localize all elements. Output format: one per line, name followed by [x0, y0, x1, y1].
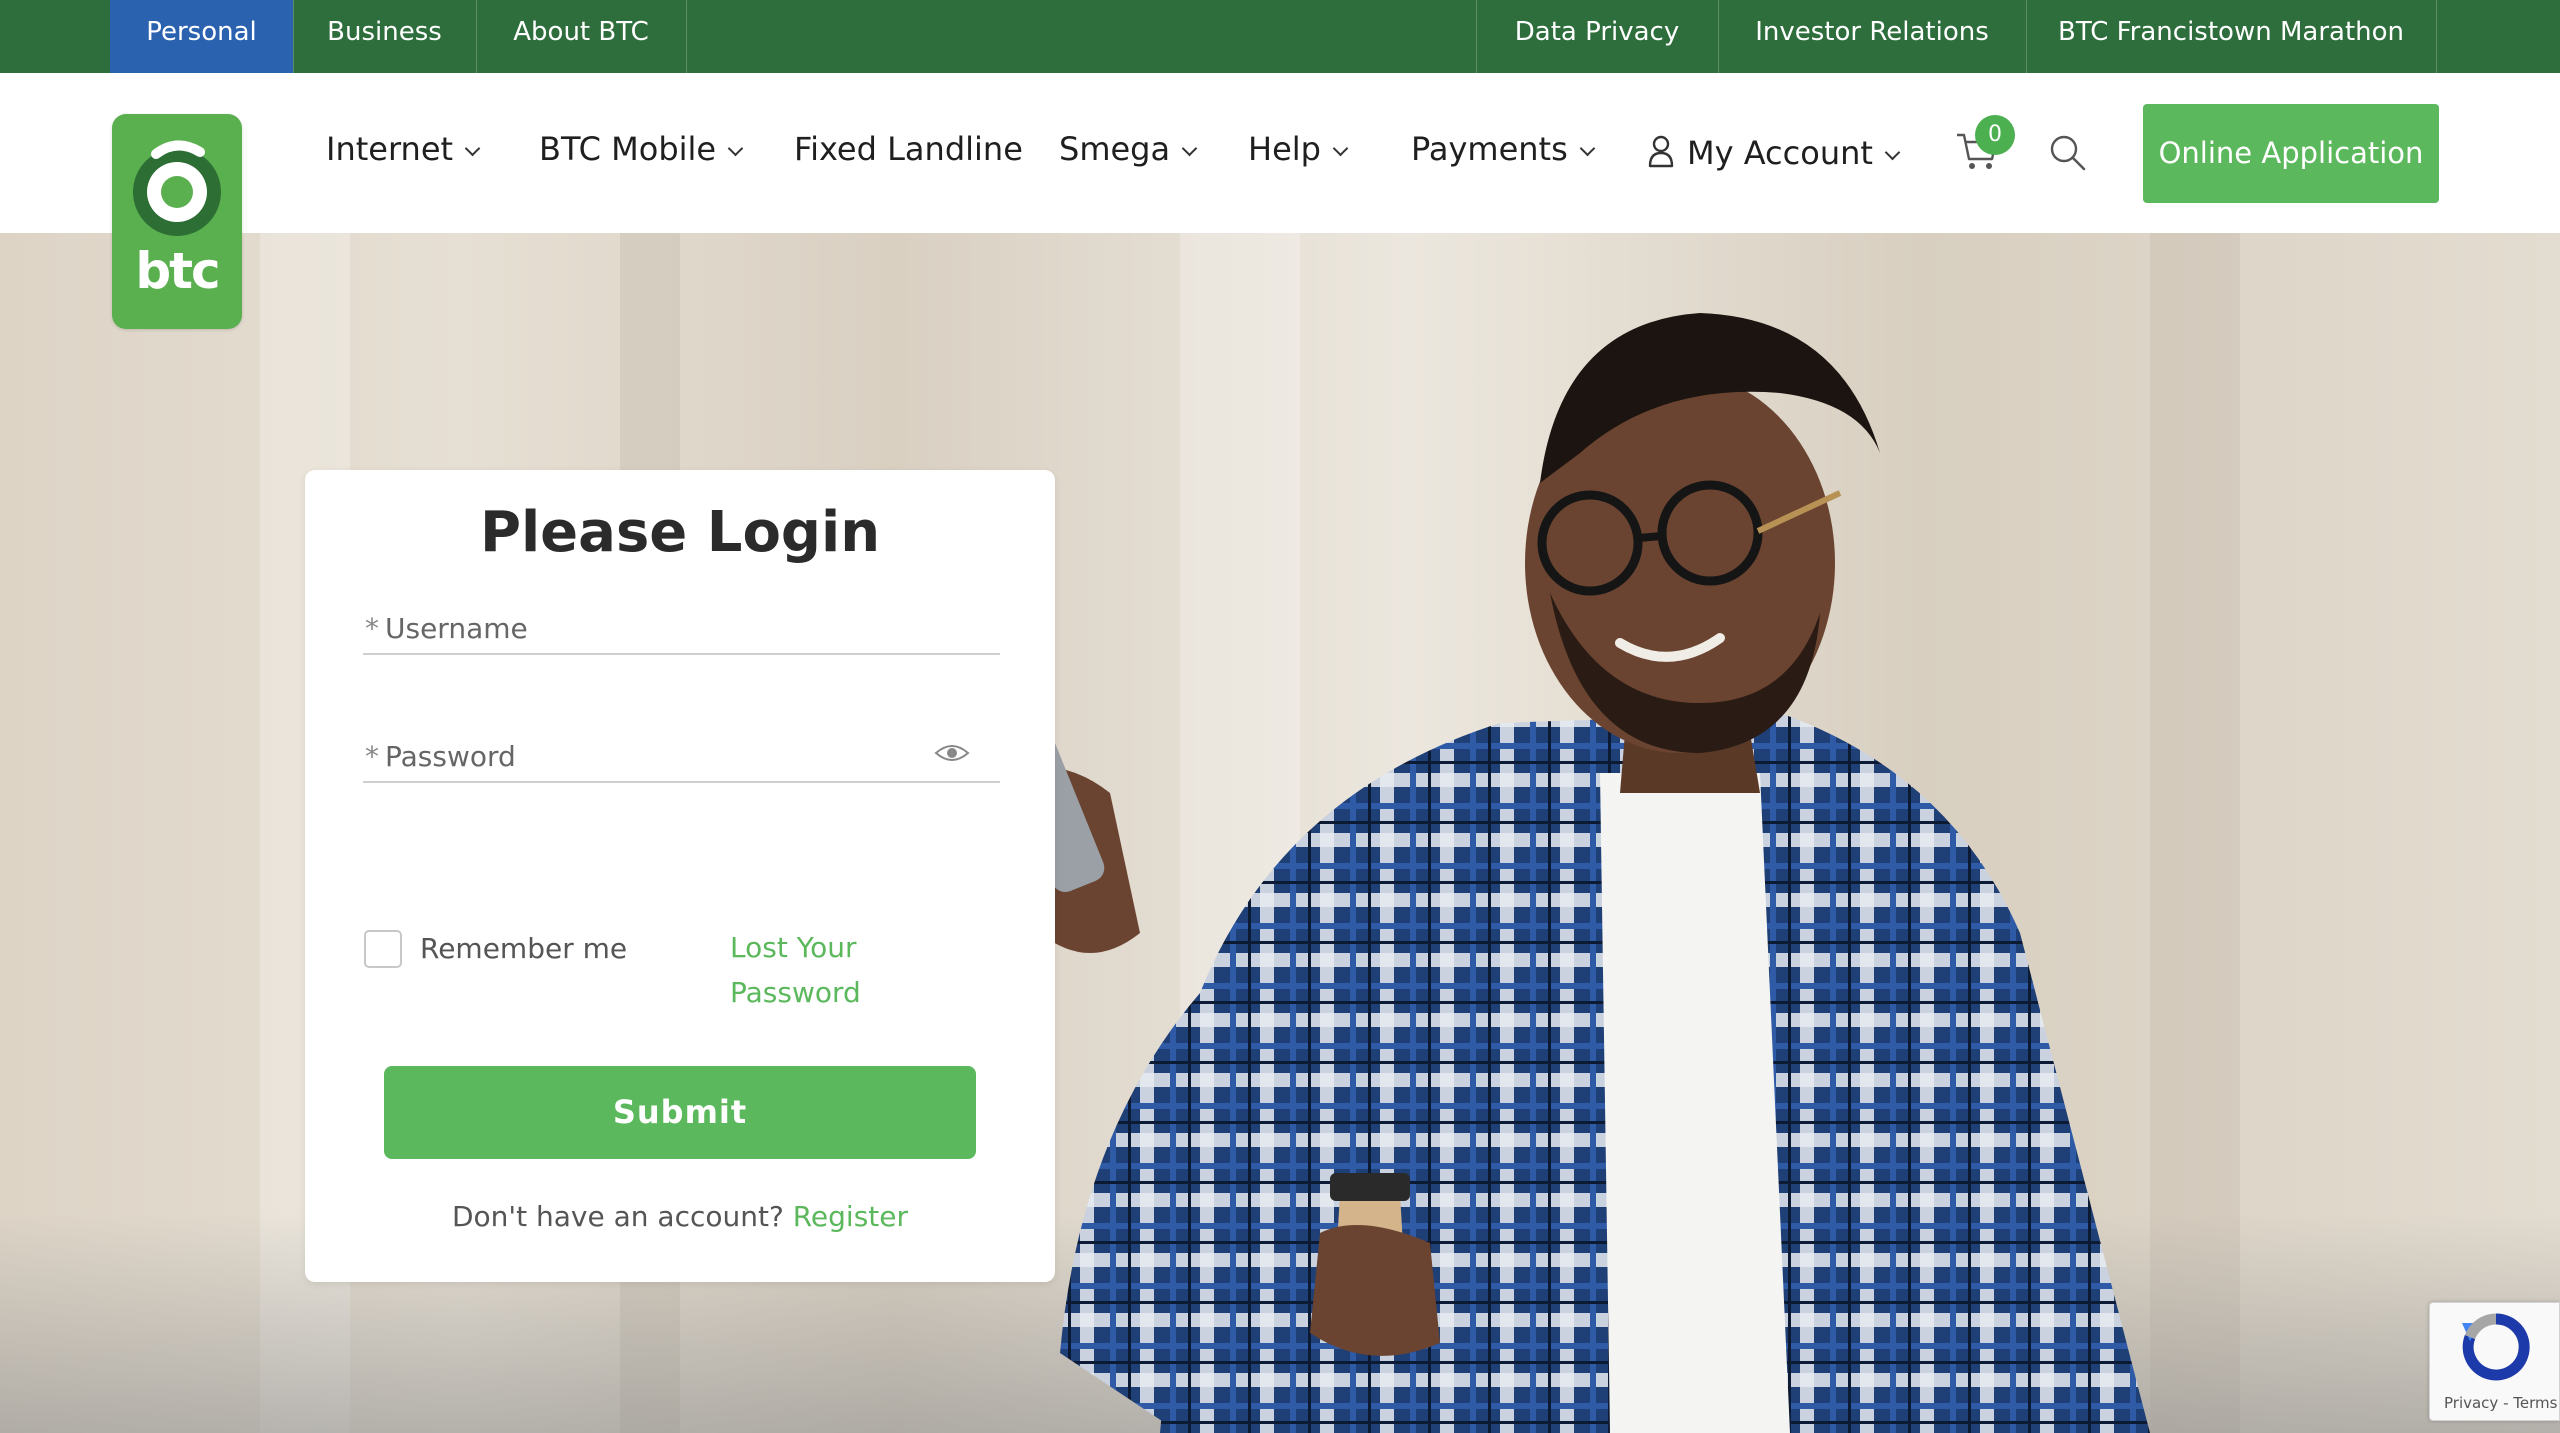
nav-label: My Account — [1687, 134, 1873, 172]
divider — [2436, 0, 2437, 73]
chevron-down-icon — [1884, 144, 1901, 161]
nav-help[interactable]: Help — [1248, 130, 1349, 168]
link-investor-relations[interactable]: Investor Relations — [1718, 0, 2026, 73]
chevron-down-icon — [727, 140, 744, 157]
recaptcha-icon — [2462, 1313, 2530, 1381]
remember-me-label[interactable]: Remember me — [420, 932, 627, 965]
link-data-privacy[interactable]: Data Privacy — [1476, 0, 1718, 73]
nav-internet[interactable]: Internet — [326, 130, 481, 168]
nav-smega[interactable]: Smega — [1059, 130, 1198, 168]
nav-label: Payments — [1411, 130, 1568, 168]
login-card: Please Login * Username * Password Remembe… — [305, 470, 1055, 1282]
register-link[interactable]: Register — [793, 1200, 908, 1233]
nav-btc-mobile[interactable]: BTC Mobile — [539, 130, 744, 168]
chevron-down-icon — [1332, 140, 1349, 157]
recaptcha-links: Privacy - Terms — [2444, 1394, 2557, 1412]
nav-label: Help — [1248, 130, 1321, 168]
nav-label: Fixed Landline — [794, 130, 1023, 168]
nav-fixed-landline[interactable]: Fixed Landline — [794, 130, 1023, 168]
search-icon[interactable] — [2048, 133, 2088, 173]
password-field[interactable]: * Password — [363, 723, 1000, 783]
password-label: Password — [385, 740, 516, 773]
password-placeholder: * Password — [365, 740, 516, 773]
chevron-down-icon — [464, 140, 481, 157]
recaptcha-privacy-link[interactable]: Privacy — [2444, 1394, 2498, 1412]
nav-label: Internet — [326, 130, 454, 168]
tab-about-btc[interactable]: About BTC — [476, 0, 686, 73]
nav-payments[interactable]: Payments — [1411, 130, 1596, 168]
user-icon — [1648, 135, 1674, 168]
tab-business[interactable]: Business — [293, 0, 476, 73]
login-title: Please Login — [479, 500, 881, 565]
eye-icon[interactable] — [934, 741, 970, 765]
required-mark: * — [365, 612, 379, 645]
nav-label: BTC Mobile — [539, 130, 717, 168]
no-account-text: Don't have an account? — [451, 1200, 784, 1233]
chevron-down-icon — [1181, 140, 1198, 157]
link-btc-francistown-marathon[interactable]: BTC Francistown Marathon — [2026, 0, 2436, 73]
recaptcha-badge[interactable]: Privacy - Terms — [2429, 1302, 2560, 1421]
username-label: Username — [385, 612, 528, 645]
tab-personal[interactable]: Personal — [110, 0, 293, 73]
logo-text: btc — [135, 242, 220, 300]
nav-label: Smega — [1059, 130, 1171, 168]
btc-logo[interactable]: btc — [112, 114, 242, 329]
username-field[interactable]: * Username — [363, 595, 1000, 655]
chevron-down-icon — [1579, 140, 1596, 157]
username-placeholder: * Username — [365, 612, 528, 645]
remember-me-checkbox[interactable] — [364, 930, 402, 968]
online-application-button[interactable]: Online Application — [2143, 104, 2439, 203]
nav-my-account[interactable]: My Account — [1647, 130, 1901, 172]
hero-person-illustration — [1020, 313, 2150, 1433]
recaptcha-separator: - — [2503, 1394, 2509, 1412]
top-utility-bar: Personal Business About BTC Data Privacy… — [0, 0, 2560, 73]
register-prompt: Don't have an account? Register — [305, 1200, 1055, 1233]
lost-password-link[interactable]: Lost Your Password — [730, 925, 880, 1015]
logo-mark-icon — [133, 140, 221, 236]
cart-count-badge: 0 — [1975, 115, 2015, 155]
required-mark: * — [365, 740, 379, 773]
divider — [686, 0, 687, 73]
submit-button[interactable]: Submit — [384, 1066, 976, 1159]
recaptcha-terms-link[interactable]: Terms — [2513, 1394, 2557, 1412]
